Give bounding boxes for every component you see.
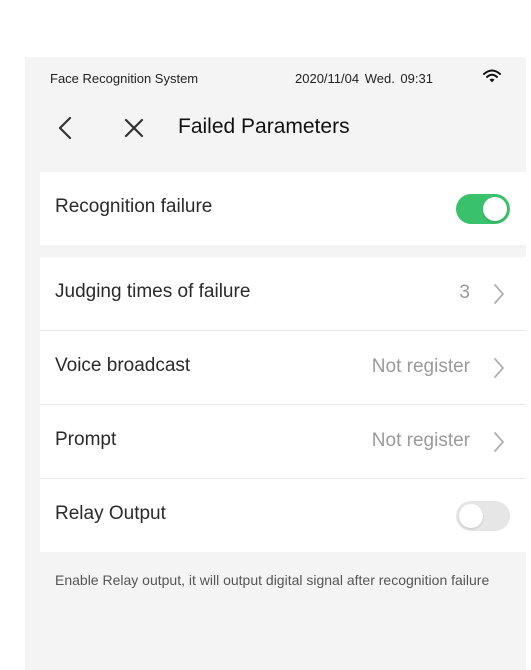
page-title: Failed Parameters [178, 115, 350, 138]
back-button[interactable] [55, 115, 77, 141]
chevron-right-icon [494, 432, 504, 452]
relay-output-toggle[interactable] [456, 501, 510, 531]
recognition-failure-card: Recognition failure [40, 172, 526, 245]
chevron-right-icon [494, 358, 504, 378]
status-datetime: 2020/11/04 Wed. 09:31 [295, 71, 433, 86]
judging-times-value: 3 [459, 282, 470, 303]
app-name: Face Recognition System [50, 71, 199, 86]
nav-bar: Failed Parameters [25, 105, 526, 151]
toggle-knob [459, 504, 483, 528]
close-button[interactable] [123, 117, 145, 139]
settings-card: Judging times of failure 3 Voice broadca… [40, 257, 526, 552]
toggle-knob [483, 197, 507, 221]
recognition-failure-toggle[interactable] [456, 194, 510, 224]
status-bar: Face Recognition System 2020/11/04 Wed. … [25, 57, 526, 95]
judging-times-label: Judging times of failure [55, 281, 251, 302]
prompt-row[interactable]: Prompt Not register [40, 405, 526, 479]
relay-output-row[interactable]: Relay Output [40, 479, 526, 552]
judging-times-row[interactable]: Judging times of failure 3 [40, 257, 526, 331]
relay-output-note: Enable Relay output, it will output digi… [55, 572, 490, 588]
recognition-failure-row[interactable]: Recognition failure [40, 172, 526, 245]
voice-broadcast-value: Not register [371, 356, 470, 377]
relay-output-label: Relay Output [55, 503, 166, 524]
wifi-icon [483, 69, 501, 83]
screen: Face Recognition System 2020/11/04 Wed. … [25, 57, 526, 670]
chevron-right-icon [494, 284, 504, 304]
voice-broadcast-row[interactable]: Voice broadcast Not register [40, 331, 526, 405]
voice-broadcast-label: Voice broadcast [55, 355, 191, 376]
recognition-failure-label: Recognition failure [55, 196, 213, 217]
prompt-value: Not register [371, 430, 470, 451]
prompt-label: Prompt [55, 429, 117, 450]
